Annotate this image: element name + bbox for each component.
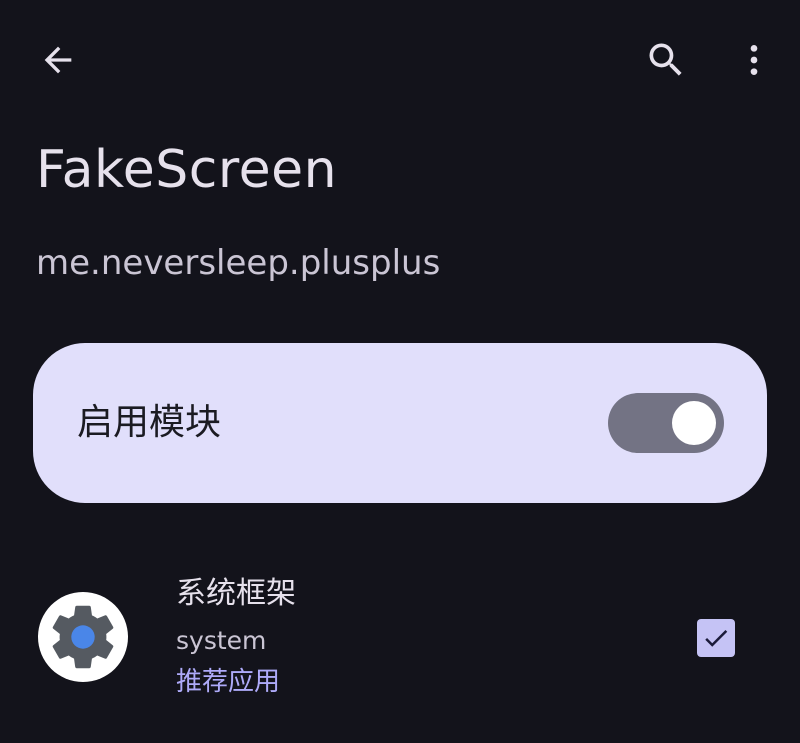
more-vert-icon: [750, 45, 758, 75]
check-icon: [705, 629, 728, 647]
enable-module-card[interactable]: 启用模块: [33, 343, 767, 503]
back-button[interactable]: [30, 32, 86, 88]
enable-module-label: 启用模块: [77, 402, 222, 443]
arrow-back-icon: [44, 46, 72, 74]
enable-module-switch[interactable]: [608, 393, 724, 453]
app-icon: [38, 592, 128, 682]
app-checkbox[interactable]: [697, 619, 735, 657]
module-title: FakeScreen: [36, 140, 338, 200]
search-icon: [649, 43, 682, 76]
scope-list-item[interactable]: 系统框架 system 推荐应用: [0, 560, 800, 710]
app-name: 系统框架: [176, 576, 296, 611]
app-package: system: [176, 626, 267, 655]
recommended-tag: 推荐应用: [176, 667, 281, 697]
switch-thumb: [672, 401, 716, 445]
module-package: me.neversleep.plusplus: [36, 243, 441, 283]
gear-icon: [52, 605, 114, 669]
more-options-button[interactable]: [728, 32, 780, 88]
search-button[interactable]: [636, 32, 696, 88]
